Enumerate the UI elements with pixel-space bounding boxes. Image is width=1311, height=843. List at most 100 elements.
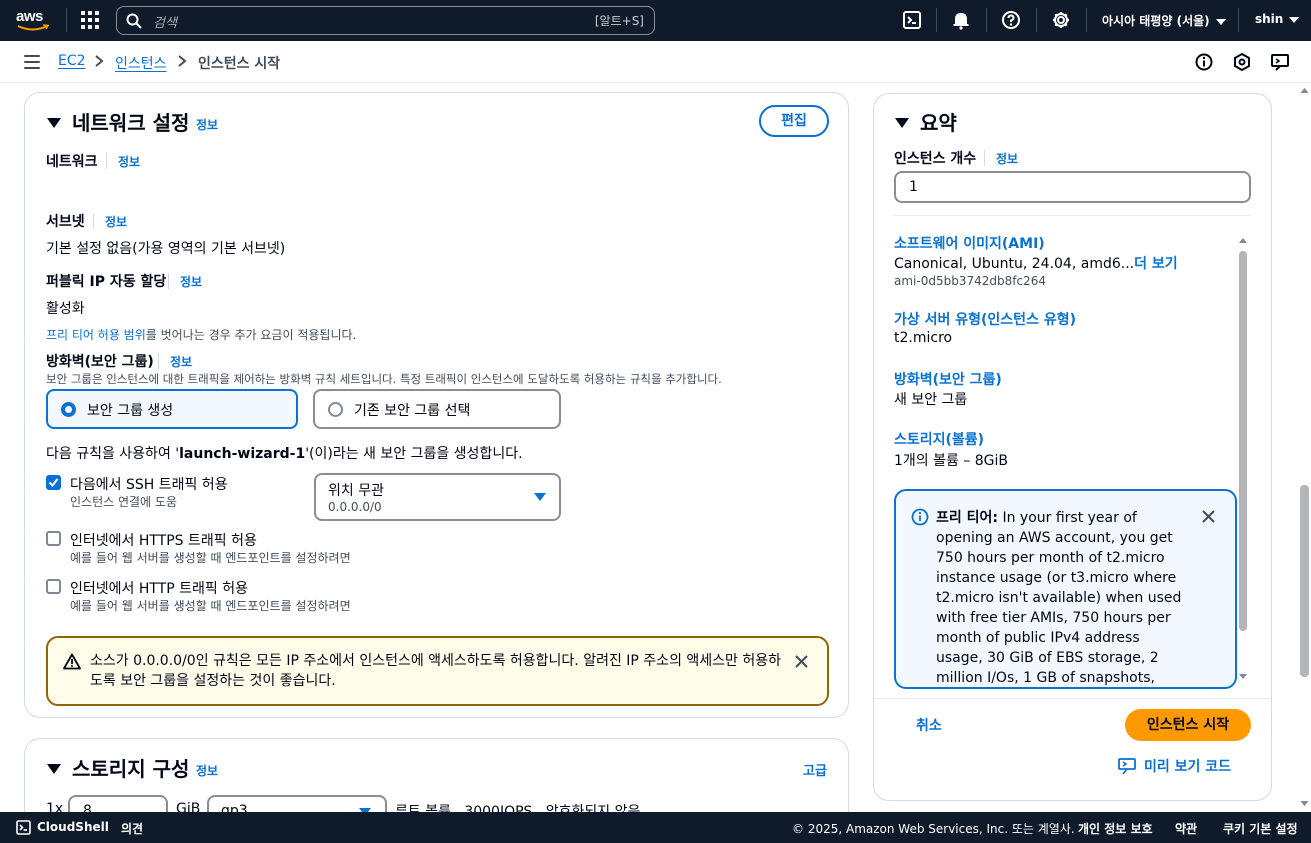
create-security-group-option[interactable]: 보안 그룹 생성 bbox=[46, 389, 298, 429]
user-menu[interactable]: shin bbox=[1255, 12, 1300, 26]
info-link[interactable]: 정보 bbox=[196, 762, 218, 779]
scroll-down-icon[interactable] bbox=[1238, 673, 1248, 681]
preview-code-label: 미리 보기 코드 bbox=[1144, 759, 1232, 775]
ami-value: Canonical, Ubuntu, 24.04, amd6...더 보기 bbox=[894, 253, 1178, 273]
privacy-link[interactable]: 개인 정보 보호 bbox=[1078, 820, 1153, 837]
caret-down-icon bbox=[1289, 16, 1300, 23]
close-icon[interactable] bbox=[1201, 509, 1216, 524]
launch-instance-button[interactable]: 인스턴스 시작 bbox=[1125, 709, 1251, 741]
info-link[interactable]: 정보 bbox=[996, 150, 1018, 167]
info-link[interactable]: 정보 bbox=[196, 116, 218, 133]
msg-suffix: '(이)라는 새 보안 그룹을 생성합니다. bbox=[305, 446, 523, 462]
volume-size-input[interactable]: 8 bbox=[68, 795, 168, 812]
help-icon[interactable] bbox=[1001, 10, 1021, 30]
top-navigation: aws 검색 [알트+S] 아시아 태평양 (서울) shin bbox=[0, 0, 1311, 41]
caret-down-icon[interactable] bbox=[47, 118, 61, 128]
summary-scrollbar[interactable] bbox=[1238, 236, 1248, 691]
label-divider bbox=[984, 150, 985, 166]
close-icon[interactable] bbox=[794, 654, 809, 669]
scroll-up-icon[interactable] bbox=[1238, 236, 1248, 244]
info-link[interactable]: 정보 bbox=[105, 213, 127, 230]
ami-link[interactable]: 소프트웨어 이미지(AMI) bbox=[894, 233, 1045, 253]
ssh-checkbox[interactable] bbox=[46, 475, 61, 490]
gear-icon[interactable] bbox=[1051, 10, 1071, 30]
warning-message: 소스가 0.0.0.0/0인 규칙은 모든 IP 주소에서 인스턴스에 액세스하… bbox=[90, 653, 782, 689]
option-label: 보안 그룹 생성 bbox=[87, 403, 174, 419]
cloudshell-link[interactable]: CloudShell bbox=[37, 820, 109, 834]
ami-name: Canonical, Ubuntu, 24.04, amd6... bbox=[894, 256, 1135, 272]
breadcrumb-ec2[interactable]: EC2 bbox=[58, 53, 86, 69]
nav-divider bbox=[1086, 8, 1087, 32]
firewall-value: 새 보안 그룹 bbox=[894, 392, 968, 408]
breadcrumb-instances[interactable]: 인스턴스 bbox=[115, 53, 167, 73]
subnet-label: 서브넷 bbox=[46, 214, 85, 230]
free-tier-text: 프리 티어: In your first year of opening an … bbox=[936, 508, 1184, 687]
subnet-value: 기본 설정 없음(가용 영역의 기본 서브넷) bbox=[46, 241, 286, 257]
ami-more-link[interactable]: 더 보기 bbox=[1134, 256, 1178, 272]
settings-hex-icon[interactable] bbox=[1232, 52, 1252, 72]
scrollbar-thumb[interactable] bbox=[1300, 485, 1309, 677]
https-checkbox[interactable] bbox=[46, 531, 61, 546]
storage-link[interactable]: 스토리지(볼륨) bbox=[894, 429, 984, 449]
nav-divider bbox=[66, 8, 67, 32]
radio-selected[interactable] bbox=[61, 402, 76, 417]
region-selector[interactable]: 아시아 태평양 (서울) bbox=[1102, 12, 1226, 29]
cloudshell-icon[interactable] bbox=[902, 10, 922, 30]
search-box[interactable]: 검색 [알트+S] bbox=[116, 6, 655, 35]
instance-count-input[interactable]: 1 bbox=[894, 171, 1251, 203]
volume-type-select[interactable]: gp3 bbox=[207, 795, 387, 812]
option-label: 기존 보안 그룹 선택 bbox=[354, 403, 471, 419]
main-content: 네트워크 설정 정보 편집 네트워크 정보 서브넷 정보 기본 설정 없음(가용… bbox=[0, 83, 1298, 812]
info-link[interactable]: 정보 bbox=[180, 273, 202, 290]
feedback-screen-icon[interactable] bbox=[1270, 52, 1290, 72]
free-tier-link[interactable]: 프리 티어 허용 범위 bbox=[46, 328, 146, 342]
info-icon[interactable] bbox=[1194, 52, 1214, 72]
ssh-label: 다음에서 SSH 트래픽 허용 bbox=[70, 477, 228, 493]
scrollbar-thumb[interactable] bbox=[1239, 251, 1247, 631]
caret-down-icon[interactable] bbox=[895, 118, 909, 128]
nav-divider bbox=[1238, 8, 1239, 32]
ssh-source-select[interactable]: 위치 무관 0.0.0.0/0 bbox=[314, 473, 561, 521]
aws-logo-text: aws bbox=[16, 8, 43, 25]
network-settings-title: 네트워크 설정 bbox=[72, 111, 190, 135]
security-group-name: launch-wizard-1 bbox=[179, 446, 306, 462]
http-checkbox[interactable] bbox=[46, 579, 61, 594]
region-label: 아시아 태평양 (서울) bbox=[1102, 14, 1210, 28]
firewall-link[interactable]: 방화벽(보안 그룹) bbox=[894, 369, 1002, 389]
menu-icon[interactable] bbox=[24, 55, 40, 69]
services-grid-icon[interactable] bbox=[81, 11, 99, 29]
info-link[interactable]: 정보 bbox=[170, 353, 192, 370]
scroll-down-icon[interactable] bbox=[1300, 800, 1309, 807]
copyright: © 2025, Amazon Web Services, Inc. 또는 계열사… bbox=[792, 822, 1075, 836]
cookie-preferences-link[interactable]: 쿠키 기본 설정 bbox=[1223, 820, 1298, 837]
code-preview-icon bbox=[1118, 758, 1136, 775]
http-description: 예를 들어 웹 서버를 생성할 때 엔드포인트를 설정하려면 bbox=[70, 599, 351, 613]
radio-unselected[interactable] bbox=[328, 402, 343, 417]
free-tier-body: In your first year of opening an AWS acc… bbox=[936, 510, 1182, 686]
cloudshell-icon[interactable] bbox=[16, 820, 31, 835]
http-label: 인터넷에서 HTTP 트래픽 허용 bbox=[70, 581, 248, 597]
https-label: 인터넷에서 HTTPS 트래픽 허용 bbox=[70, 533, 257, 549]
user-name: shin bbox=[1255, 12, 1284, 26]
bell-icon[interactable] bbox=[951, 10, 971, 30]
caret-down-icon[interactable] bbox=[47, 764, 61, 774]
volume-unit: GiB bbox=[176, 801, 201, 812]
advanced-link[interactable]: 고급 bbox=[803, 760, 827, 779]
aws-logo[interactable]: aws bbox=[16, 8, 50, 34]
search-shortcut: [알트+S] bbox=[594, 14, 644, 28]
scroll-up-icon[interactable] bbox=[1300, 87, 1309, 94]
cancel-button[interactable]: 취소 bbox=[916, 715, 942, 735]
public-ip-label: 퍼블릭 IP 자동 할당 bbox=[46, 274, 167, 290]
feedback-link[interactable]: 의견 bbox=[121, 820, 143, 837]
terms-link[interactable]: 약관 bbox=[1175, 820, 1197, 837]
info-link[interactable]: 정보 bbox=[118, 153, 140, 170]
warning-icon bbox=[63, 653, 81, 670]
nav-divider bbox=[1036, 8, 1037, 32]
edit-button[interactable]: 편집 bbox=[759, 105, 829, 137]
network-label: 네트워크 bbox=[46, 154, 98, 170]
existing-security-group-option[interactable]: 기존 보안 그룹 선택 bbox=[313, 389, 561, 429]
instance-type-link[interactable]: 가상 서버 유형(인스턴스 유형) bbox=[894, 309, 1076, 329]
ssh-source-cidr: 0.0.0.0/0 bbox=[328, 500, 382, 514]
page-scrollbar[interactable] bbox=[1298, 83, 1311, 812]
create-group-message: 다음 규칙을 사용하여 'launch-wizard-1'(이)라는 새 보안 … bbox=[46, 443, 523, 463]
